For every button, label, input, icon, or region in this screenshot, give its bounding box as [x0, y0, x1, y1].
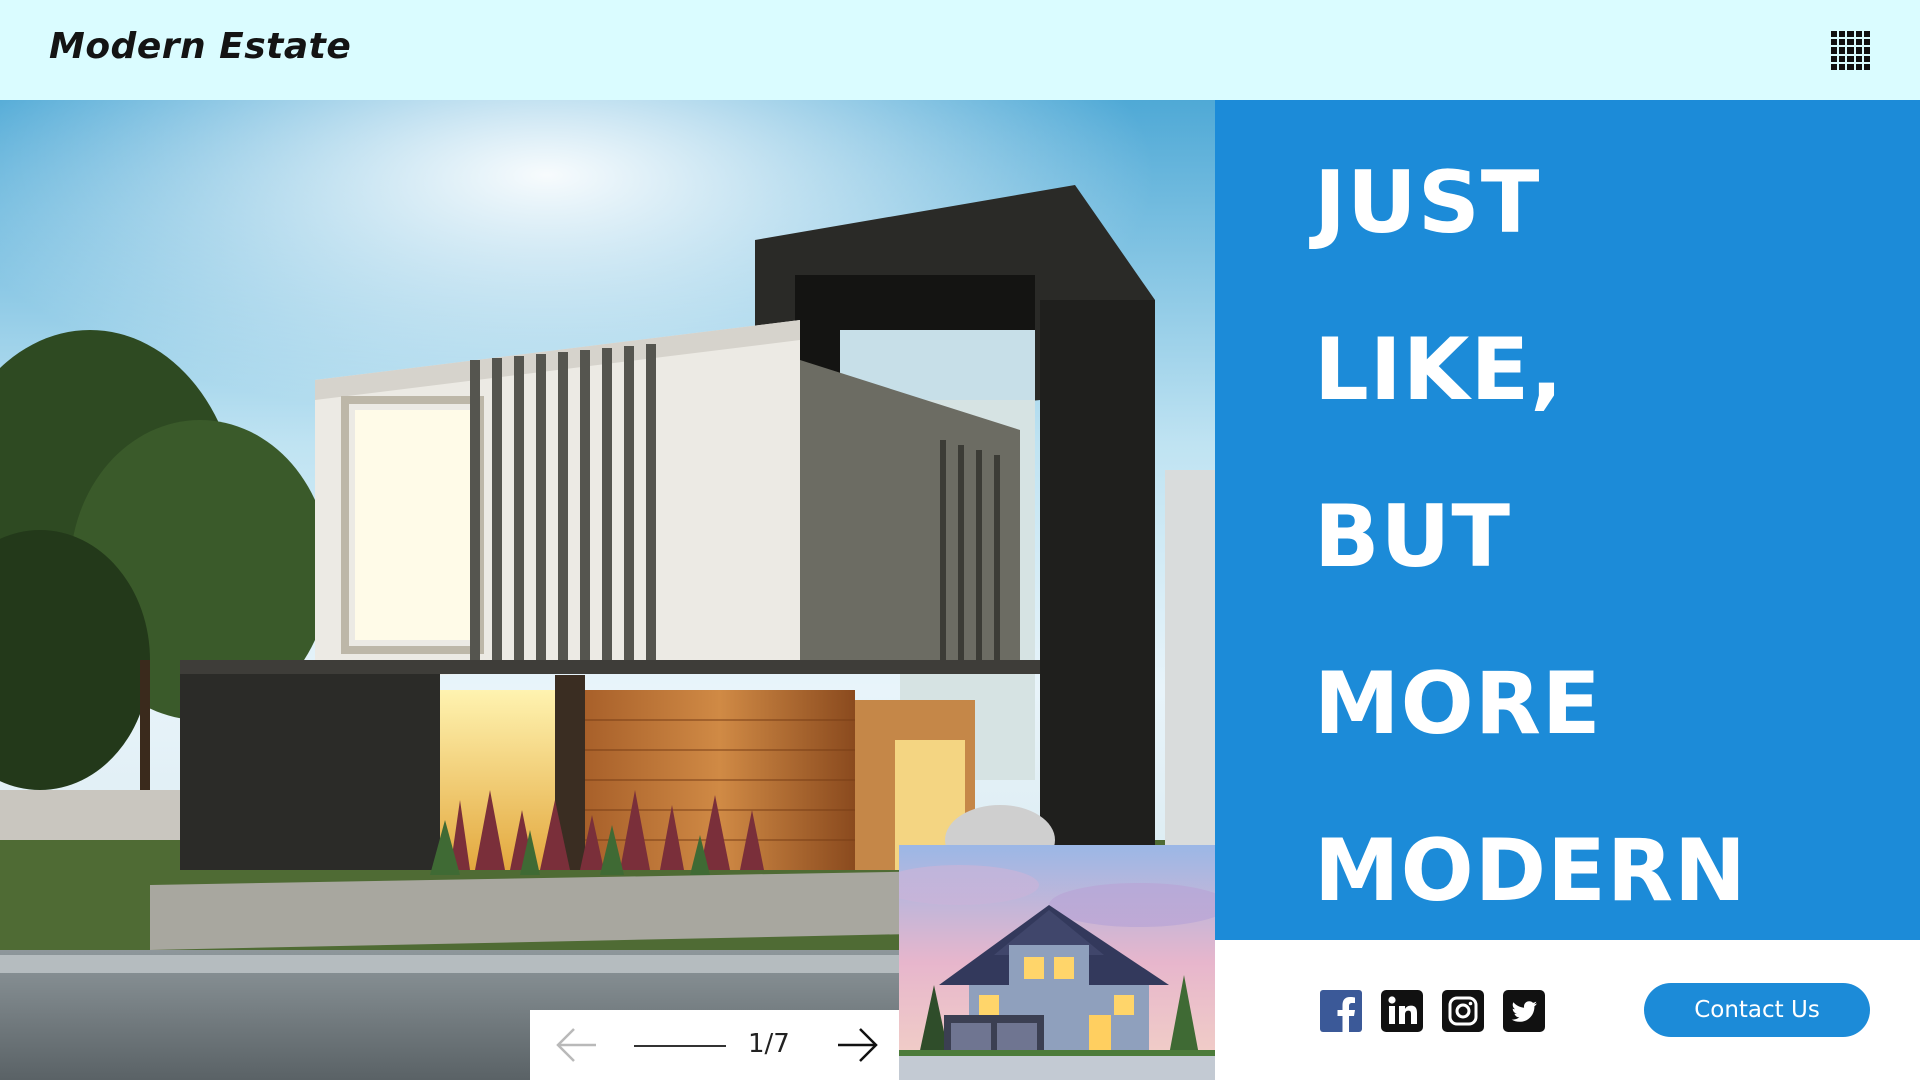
- headline-line: JUST: [1314, 153, 1541, 253]
- arrow-left-icon[interactable]: [554, 1026, 598, 1064]
- headline-line: BUT: [1314, 487, 1512, 587]
- slider-controls: 1/7: [530, 1010, 899, 1080]
- grid-menu-icon[interactable]: [1831, 31, 1870, 70]
- landing-page: Modern Estate 1/7 JUST LIKE, BUT MORE MO…: [0, 0, 1920, 1080]
- headline-line: LIKE,: [1314, 320, 1564, 420]
- headline-line: MODERN: [1314, 821, 1748, 921]
- social-links: [1320, 990, 1545, 1032]
- twitter-icon[interactable]: [1503, 990, 1545, 1032]
- headline-line: MORE: [1314, 654, 1602, 754]
- slide-counter: 1/7: [748, 1029, 790, 1059]
- next-slide-thumbnail[interactable]: [899, 845, 1215, 1080]
- slider-progress-line: [634, 1045, 726, 1047]
- brand-logo[interactable]: Modern Estate: [49, 26, 351, 67]
- hero-headline: JUST LIKE, BUT MORE MODERN: [1314, 120, 1747, 955]
- arrow-right-icon[interactable]: [836, 1026, 880, 1064]
- linkedin-icon[interactable]: [1381, 990, 1423, 1032]
- instagram-icon[interactable]: [1442, 990, 1484, 1032]
- contact-us-button[interactable]: Contact Us: [1644, 983, 1870, 1037]
- facebook-icon[interactable]: [1320, 990, 1362, 1032]
- headline-panel: JUST LIKE, BUT MORE MODERN: [1215, 100, 1920, 940]
- site-header: Modern Estate: [0, 0, 1920, 100]
